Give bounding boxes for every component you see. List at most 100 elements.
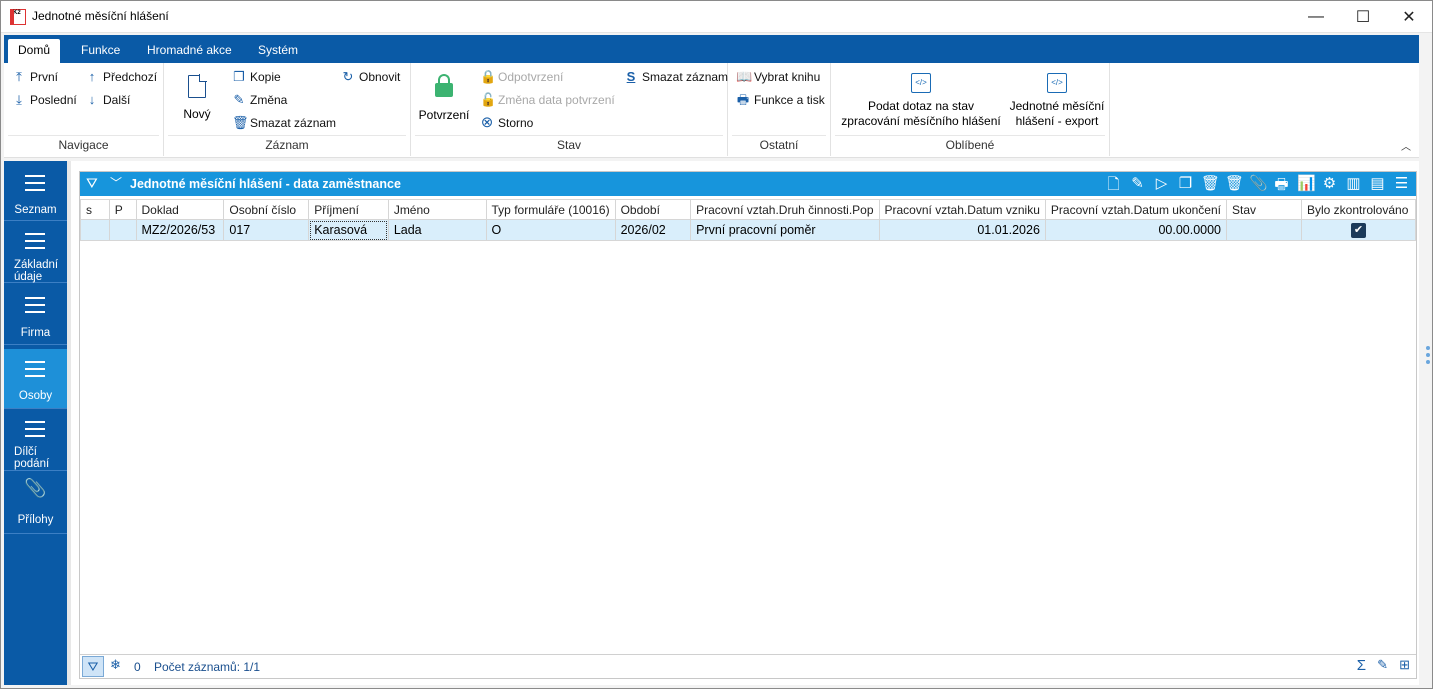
cell-typ[interactable]: O (485, 219, 616, 241)
columns-icon[interactable]: ▥ (1345, 174, 1362, 199)
cell-datum-ukonceni[interactable]: 00.00.0000 (1044, 219, 1228, 241)
snowflake-icon[interactable]: ❄ (110, 657, 121, 673)
paperclip-icon[interactable]: 📎 (1249, 174, 1268, 199)
col-header-druh-cinnosti[interactable]: Pracovní vztah.Druh činnosti.Pop (690, 199, 880, 220)
sidebar-item-osoby[interactable]: Osoby (4, 349, 67, 409)
group-ostatni: 📖 Vybrat knihu 🖶 Funkce a tisk Ostatní (728, 63, 831, 156)
arrow-up-icon: ↑ (88, 69, 96, 84)
unconfirm-button[interactable]: 🔒 Odpotvrzení (480, 69, 563, 85)
change-confirm-date-button[interactable]: 🔓 Změna data potvrzení (480, 92, 615, 108)
group-icon[interactable]: ⚙ (1321, 174, 1338, 199)
export-button[interactable]: </> Jednotné měsíční hlášení - export (1007, 73, 1107, 129)
new-button[interactable]: Nový (180, 67, 214, 122)
col-header-prijmeni[interactable]: Příjmení (308, 199, 389, 220)
excel-icon[interactable]: ▤ (1369, 174, 1386, 199)
refresh-button[interactable]: ↻ Obnovit (341, 70, 401, 85)
cell-stav[interactable] (1226, 219, 1302, 241)
col-header-s[interactable]: s (80, 199, 110, 220)
cell-p[interactable] (108, 219, 137, 241)
data-table: s P Doklad Osobní číslo Příjmení Jméno T… (80, 199, 1417, 241)
close-button[interactable]: ✕ (1386, 1, 1432, 33)
tab-system[interactable]: Systém (248, 39, 308, 63)
last-button[interactable]: ⤓ Poslední (12, 92, 77, 108)
group-label-zaznam: Záznam (265, 138, 309, 152)
col-header-typ-formulare[interactable]: Typ formuláře (10016) (485, 199, 616, 220)
sidebar-item-prilohy[interactable]: 📎 Přílohy (4, 474, 67, 534)
ribbon-tabs: Domů Funkce Hromadné akce Systém (4, 35, 1419, 63)
printer-icon[interactable]: 🖶 (1273, 174, 1290, 199)
cell-osobni-cislo[interactable]: 017 (223, 219, 310, 241)
storno-button[interactable]: ⊗ Storno (480, 114, 534, 131)
table-row[interactable]: MZ2/2026/53 017 Karasová Lada O 2026/02 … (80, 219, 1417, 241)
query-status-button[interactable]: </> Podat dotaz na stav zpracování měsíční… (837, 73, 1005, 129)
group-label-stav: Stav (556, 138, 581, 152)
menu-icon[interactable]: ☰ (1393, 174, 1410, 199)
group-label-navigace: Navigace (58, 138, 109, 152)
chevron-down-icon[interactable]: ﹀ (110, 174, 122, 191)
pencil-icon[interactable]: ✎ (1377, 657, 1388, 673)
maximize-button[interactable]: ☐ (1340, 1, 1386, 33)
cell-prijmeni[interactable]: Karasová (308, 219, 389, 241)
lock-open-icon: 🔒 (480, 69, 497, 84)
collapse-ribbon-icon[interactable]: ︿ (1401, 138, 1411, 153)
cell-jmeno[interactable]: Lada (387, 219, 487, 241)
col-header-jmeno[interactable]: Jméno (387, 199, 487, 220)
new-document-icon[interactable]: 🗋 (1105, 174, 1122, 199)
data-panel: ⛛ ﹀ Jednotné měsíční hlášení - data zamě… (79, 171, 1417, 679)
cancel-circle-icon: ⊗ (480, 114, 494, 131)
col-header-zkontrolovano[interactable]: Bylo zkontrolováno (1300, 199, 1417, 220)
arrow-down-bar-icon: ⤓ (16, 92, 22, 107)
sidebar-item-firma[interactable]: Firma (4, 285, 67, 345)
cell-zkontrolovano[interactable]: ✔ (1300, 219, 1417, 241)
play-icon[interactable]: ▷ (1153, 174, 1170, 199)
splitter-handle[interactable] (1426, 346, 1430, 366)
sidebar-item-dilci-podani[interactable]: Dílčí podání (4, 411, 67, 471)
group-navigace: ⤒ První ↑ Předchozí ⤓ Poslední ↓ Další Navig… (4, 63, 164, 156)
trash-icon: 🗑 (232, 115, 249, 130)
sidebar-item-seznam[interactable]: Seznam (4, 161, 67, 221)
edit-button[interactable]: ✎ Změna (232, 93, 288, 108)
first-button[interactable]: ⤒ První (12, 70, 58, 85)
col-header-p[interactable]: P (108, 199, 137, 220)
group-oblibene: </> Podat dotaz na stav zpracování měsíční… (831, 63, 1110, 156)
cell-s[interactable] (80, 219, 110, 241)
col-header-doklad[interactable]: Doklad (135, 199, 225, 220)
trash-all-icon[interactable]: 🗑 (1225, 174, 1244, 199)
select-book-button[interactable]: 📖 Vybrat knihu (736, 70, 820, 85)
cell-doklad[interactable]: MZ2/2026/53 (135, 219, 225, 241)
col-header-obdobi[interactable]: Období (614, 199, 692, 220)
minimize-button[interactable]: — (1293, 1, 1339, 33)
print-functions-button[interactable]: 🖶 Funkce a tisk (736, 93, 825, 108)
trash-icon[interactable]: 🗑 (1201, 174, 1220, 199)
col-header-datum-vzniku[interactable]: Pracovní vztah.Datum vzniku (878, 199, 1046, 220)
pencil-icon[interactable]: ✎ (1129, 174, 1146, 199)
sum-icon[interactable]: Σ (1357, 657, 1366, 674)
cell-datum-vzniku[interactable]: 01.01.2026 (878, 219, 1046, 241)
filter-icon[interactable]: ⛛ (86, 175, 98, 192)
stav-delete-record-button[interactable]: S Smazat záznam (624, 69, 728, 85)
sidebar-item-zakladni-udaje[interactable]: Základní údaje (4, 223, 67, 283)
table-settings-icon[interactable]: ⊞ (1399, 657, 1410, 673)
previous-button[interactable]: ↑ Předchozí (85, 69, 157, 85)
chart-icon[interactable]: 📊 (1297, 174, 1316, 199)
col-header-datum-ukonceni[interactable]: Pracovní vztah.Datum ukončení (1044, 199, 1228, 220)
confirm-button[interactable]: Potvrzení (417, 67, 471, 123)
sidebar: Seznam Základní údaje Firma Osoby Dílčí … (4, 161, 67, 685)
strike-s-icon: S (626, 69, 636, 84)
tab-hromadne-akce[interactable]: Hromadné akce (137, 39, 242, 63)
tab-domu[interactable]: Domů (8, 39, 61, 63)
col-header-stav[interactable]: Stav (1226, 199, 1302, 220)
copy-button[interactable]: ❐ Kopie (232, 70, 281, 85)
list-icon (25, 361, 45, 382)
lock-open-icon: 🔓 (480, 92, 497, 107)
filter-icon[interactable]: ⛛ (82, 656, 104, 677)
col-header-osobni-cislo[interactable]: Osobní číslo (223, 199, 310, 220)
cell-druh[interactable]: První pracovní poměr (690, 219, 880, 241)
copy-icon[interactable]: ❐ (1177, 174, 1194, 199)
tab-funkce[interactable]: Funkce (71, 39, 130, 63)
next-button[interactable]: ↓ Další (85, 93, 131, 108)
cell-obdobi[interactable]: 2026/02 (614, 219, 692, 241)
delete-record-button[interactable]: 🗑 Smazat záznam (232, 115, 336, 131)
app-window: K2 Jednotné měsíční hlášení — ☐ ✕ Domů F… (0, 0, 1433, 689)
checkbox-checked[interactable]: ✔ (1350, 223, 1366, 238)
